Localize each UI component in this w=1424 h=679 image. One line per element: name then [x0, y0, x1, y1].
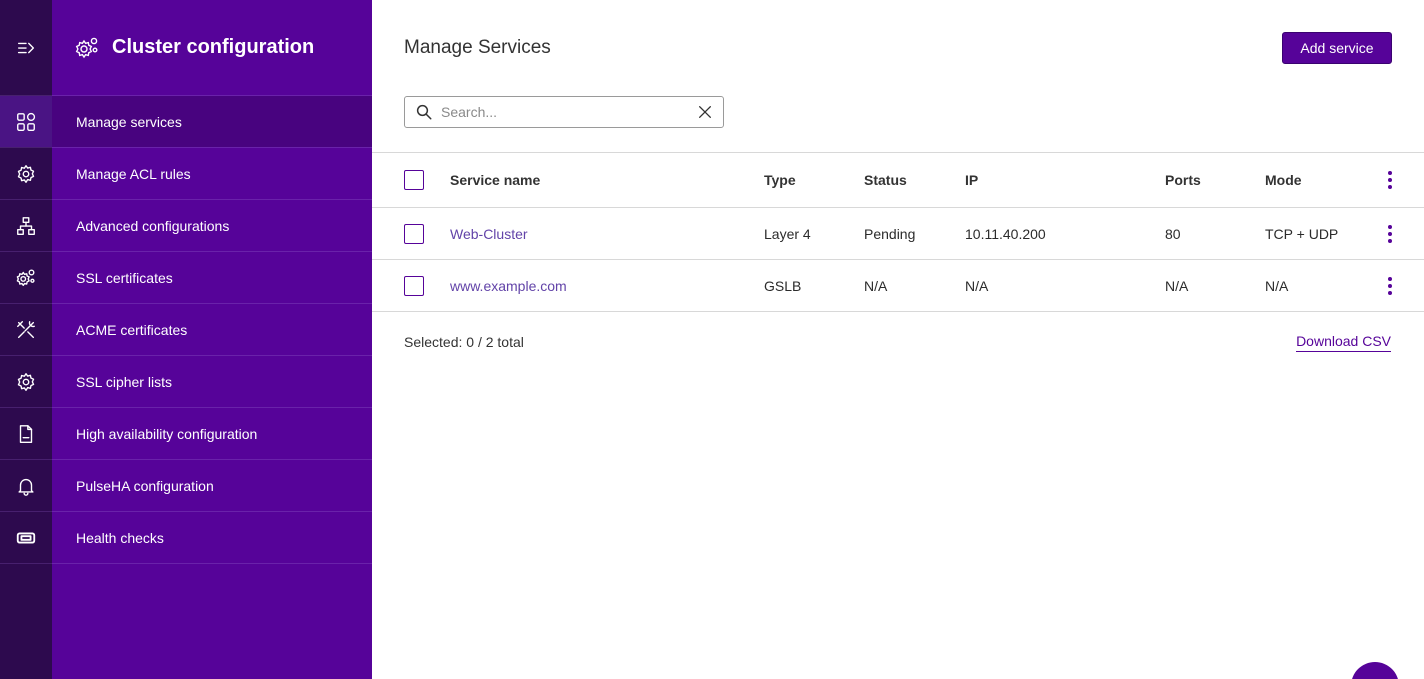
- header-mode[interactable]: Mode: [1265, 153, 1302, 207]
- header-ports[interactable]: Ports: [1165, 153, 1201, 207]
- sidebar-item-high-availability[interactable]: High availability configuration: [52, 408, 372, 460]
- service-type: GSLB: [764, 277, 802, 294]
- sidebar-item-acl-rules[interactable]: Manage ACL rules: [52, 148, 372, 200]
- sidebar-header: Cluster configuration: [52, 0, 372, 96]
- service-ports: 80: [1165, 225, 1181, 242]
- header-more-options-icon[interactable]: [1380, 170, 1400, 190]
- header-ip[interactable]: IP: [965, 153, 978, 207]
- icon-rail: [0, 0, 52, 679]
- header-type[interactable]: Type: [764, 153, 796, 207]
- rail-item-acme[interactable]: [0, 304, 52, 356]
- service-type: Layer 4: [764, 225, 811, 242]
- bell-icon: [18, 478, 34, 496]
- sidebar-item-label: SSL certificates: [76, 269, 173, 286]
- grid-icon: [17, 112, 36, 131]
- chat-fab-button[interactable]: [1351, 662, 1399, 679]
- tools-icon: [17, 320, 35, 338]
- sidebar-item-label: Health checks: [76, 529, 164, 546]
- expand-menu-button[interactable]: [0, 0, 52, 96]
- sidebar-item-label: High availability configuration: [76, 425, 258, 442]
- table-header-row: Service name Type Status IP Ports Mode: [372, 152, 1424, 208]
- gear-icon: [17, 164, 35, 183]
- table-row: www.example.com GSLB N/A N/A N/A N/A: [372, 260, 1424, 312]
- header-service-name[interactable]: Service name: [450, 153, 540, 207]
- select-all-checkbox[interactable]: [404, 170, 424, 190]
- sidebar-item-ssl-cipher-lists[interactable]: SSL cipher lists: [52, 356, 372, 408]
- service-ip: N/A: [965, 277, 989, 294]
- sidebar-item-label: SSL cipher lists: [76, 373, 172, 390]
- sidebar-item-label: Advanced configurations: [76, 217, 230, 234]
- rail-item-ssl-certificates[interactable]: [0, 252, 52, 304]
- sidebar-item-label: ACME certificates: [76, 321, 188, 338]
- header-status[interactable]: Status: [864, 153, 907, 207]
- selection-count: Selected: 0 / 2 total: [404, 334, 524, 350]
- table-row: Web-Cluster Layer 4 Pending 10.11.40.200…: [372, 208, 1424, 260]
- sidebar-item-manage-services[interactable]: Manage services: [52, 96, 372, 148]
- add-service-button[interactable]: Add service: [1282, 32, 1392, 64]
- service-name-link[interactable]: Web-Cluster: [450, 208, 528, 259]
- row-more-options-icon[interactable]: [1380, 276, 1400, 296]
- expand-menu-icon: [17, 42, 35, 53]
- row-checkbox[interactable]: [404, 223, 424, 244]
- log-file-icon: [19, 424, 33, 443]
- settings-gears-icon: [75, 37, 98, 58]
- page-title: Manage Services: [404, 37, 551, 58]
- download-csv-link[interactable]: Download CSV: [1296, 333, 1391, 352]
- rail-item-advanced[interactable]: [0, 200, 52, 252]
- ticket-icon: [16, 532, 36, 543]
- rail-item-pulseha[interactable]: [0, 460, 52, 512]
- row-more-options-icon[interactable]: [1380, 224, 1400, 244]
- service-ip: 10.11.40.200: [965, 225, 1046, 242]
- service-status: N/A: [864, 277, 888, 294]
- service-ports: N/A: [1165, 277, 1189, 294]
- sidebar-item-pulseha[interactable]: PulseHA configuration: [52, 460, 372, 512]
- services-table: Service name Type Status IP Ports Mode W…: [372, 152, 1424, 312]
- rail-item-high-availability[interactable]: [0, 408, 52, 460]
- rail-item-health-checks[interactable]: [0, 512, 52, 564]
- sidebar-item-advanced-configurations[interactable]: Advanced configurations: [52, 200, 372, 252]
- search-box: [404, 96, 724, 128]
- sidebar-item-acme-certificates[interactable]: ACME certificates: [52, 304, 372, 356]
- sidebar-title: Cluster configuration: [112, 36, 315, 58]
- service-mode: N/A: [1265, 277, 1289, 294]
- search-icon: [416, 104, 432, 120]
- service-status: Pending: [864, 225, 916, 242]
- clear-search-icon[interactable]: [697, 104, 713, 120]
- rail-item-cipher-lists[interactable]: [0, 356, 52, 408]
- service-mode: TCP + UDP: [1265, 225, 1339, 242]
- row-checkbox[interactable]: [404, 275, 424, 296]
- sidebar-item-label: Manage services: [76, 113, 182, 130]
- sidebar-item-health-checks[interactable]: Health checks: [52, 512, 372, 564]
- sidebar: Cluster configuration Manage services Ma…: [52, 0, 372, 679]
- sidebar-item-label: PulseHA configuration: [76, 477, 214, 494]
- gears-icon: [16, 269, 35, 286]
- main-content: Manage Services Add service Service name…: [372, 0, 1424, 679]
- sidebar-item-label: Manage ACL rules: [76, 165, 191, 182]
- network-icon: [17, 216, 35, 235]
- cog-icon: [17, 372, 35, 391]
- sidebar-item-ssl-certificates[interactable]: SSL certificates: [52, 252, 372, 304]
- service-name-link[interactable]: www.example.com: [450, 260, 567, 311]
- rail-item-manage-services[interactable]: [0, 96, 52, 148]
- rail-item-acl-rules[interactable]: [0, 148, 52, 200]
- search-input[interactable]: [441, 104, 691, 120]
